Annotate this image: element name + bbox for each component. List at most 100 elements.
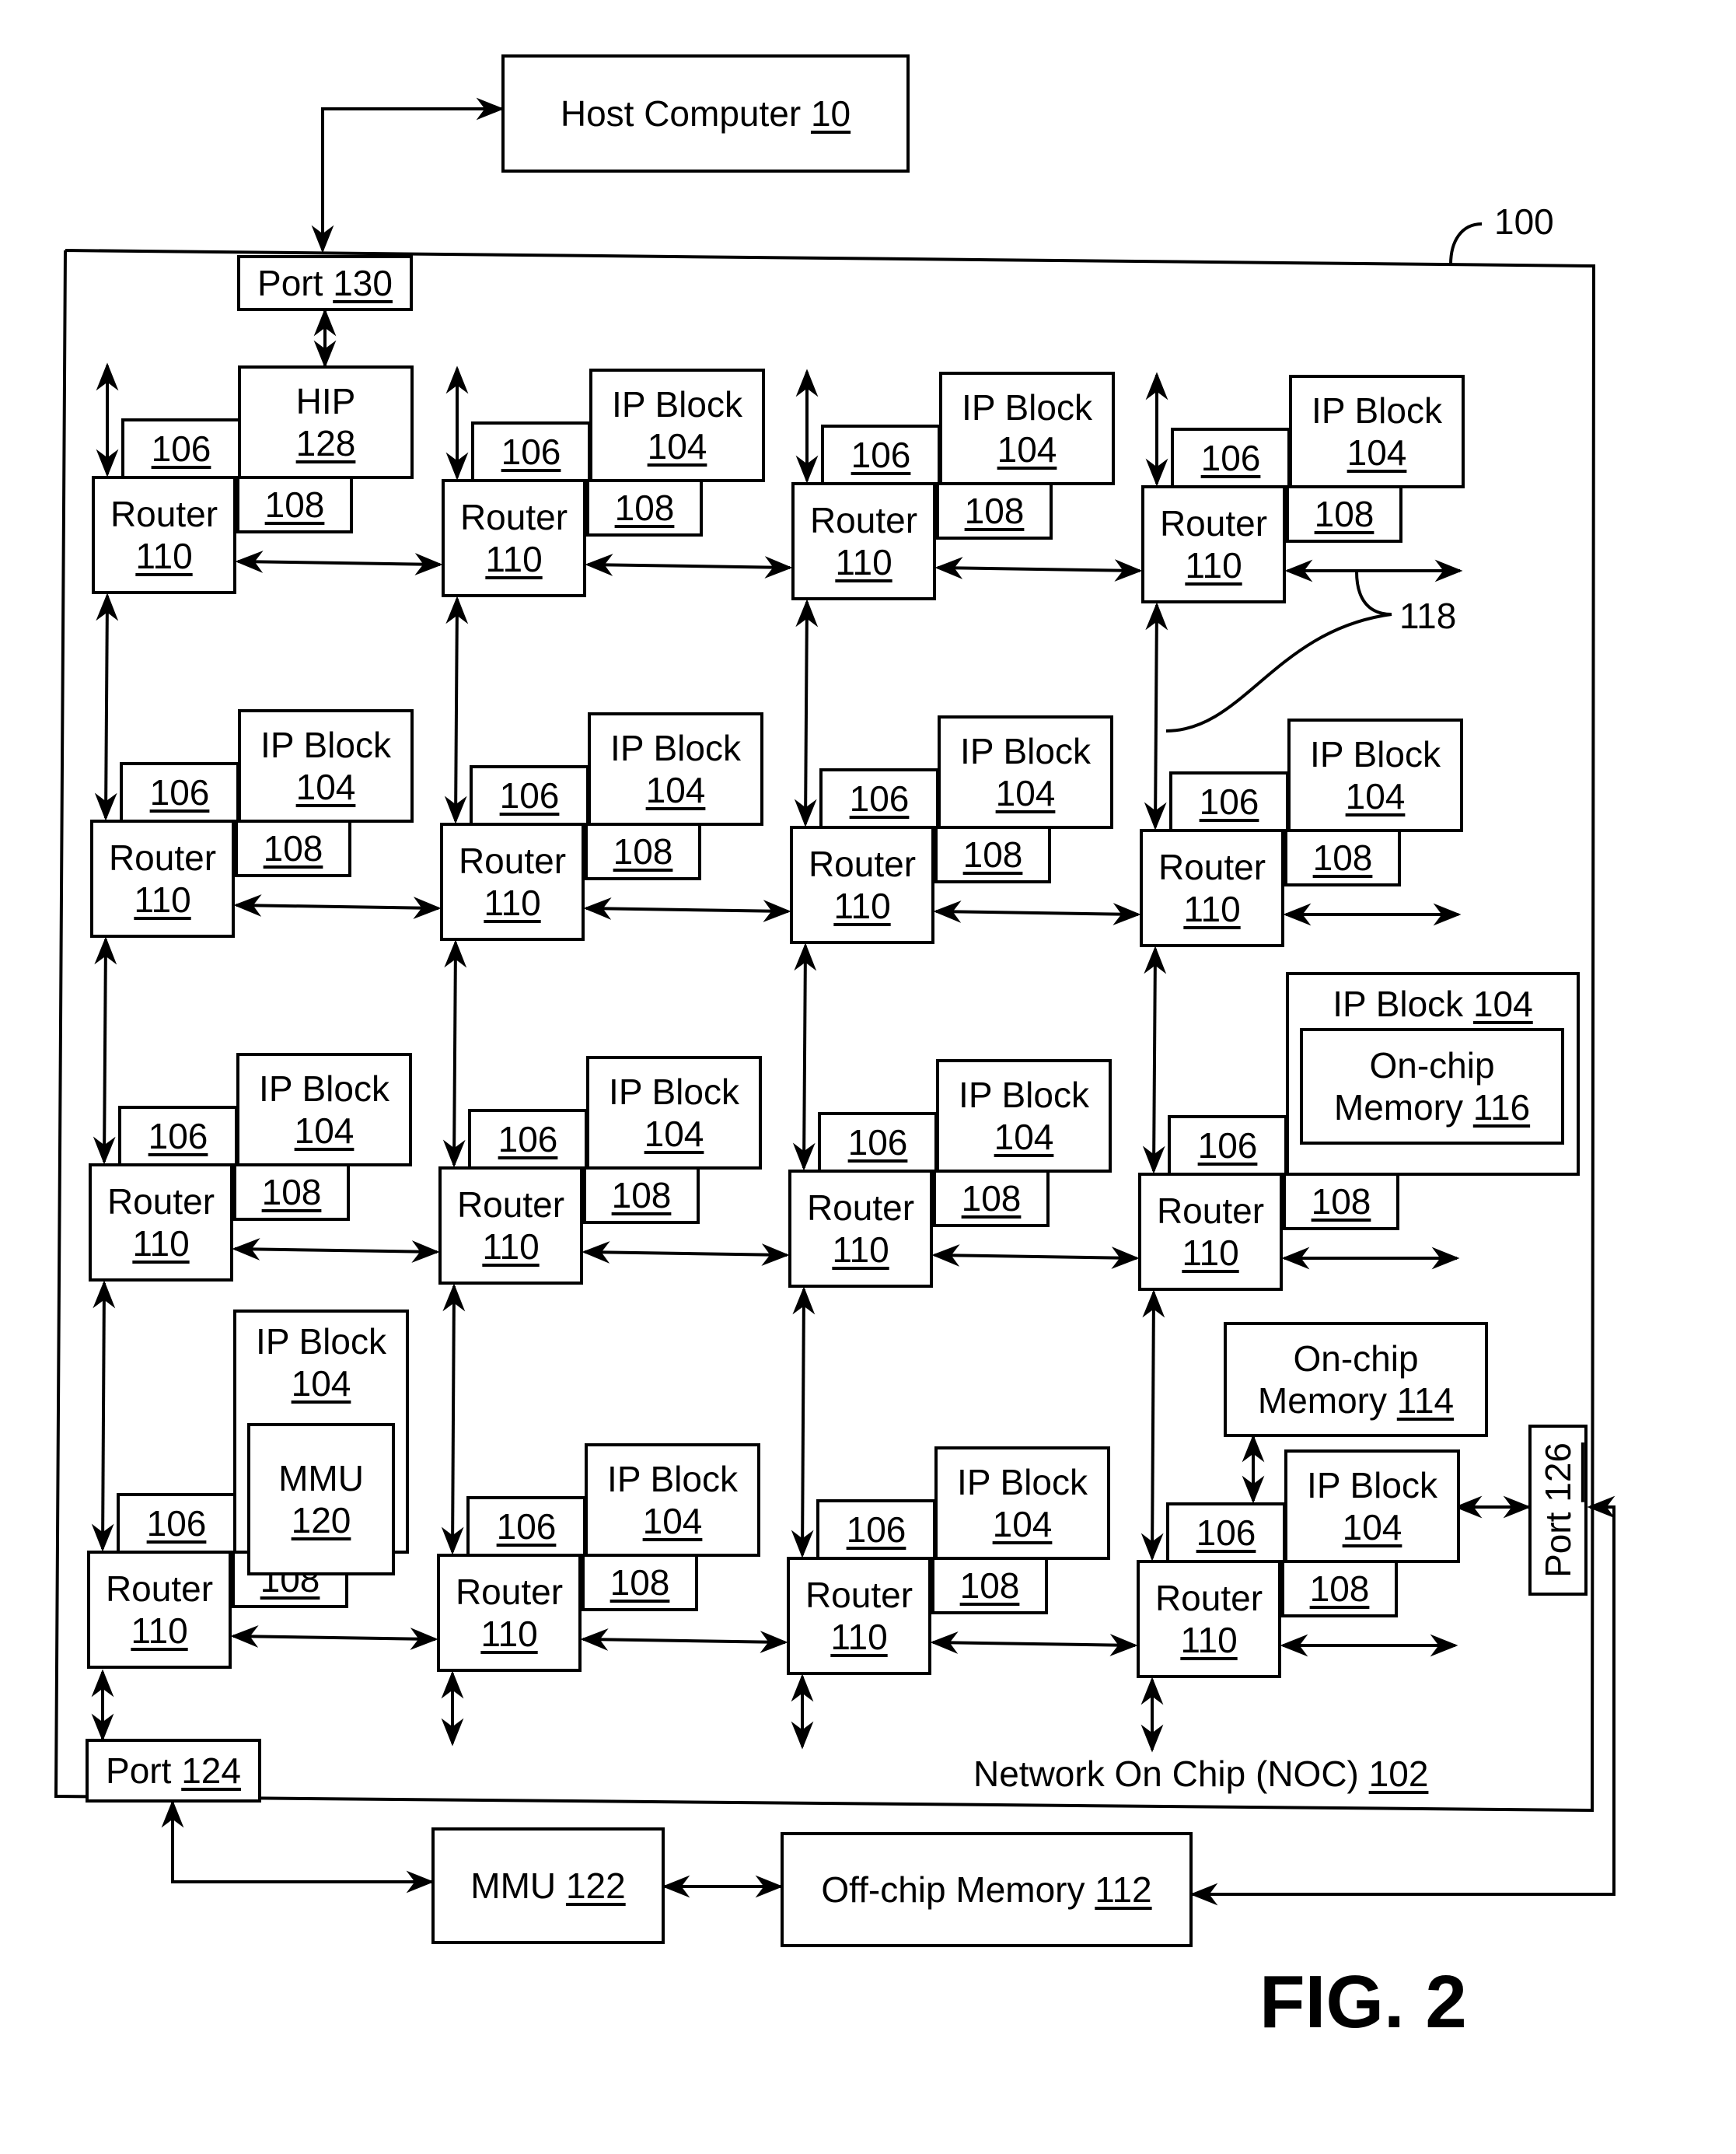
router-link-h-3-2 — [930, 1631, 1138, 1656]
reference-number: 110 — [482, 1226, 540, 1267]
ip-block-104-2-0-text-row: 104 — [295, 1110, 355, 1152]
reference-number: 104 — [642, 1501, 703, 1541]
reference-number: 104 — [992, 1504, 1053, 1544]
block-label: Router — [107, 1180, 215, 1222]
router-link-h-0-2 — [934, 557, 1143, 582]
router-link-v-1-3 — [1144, 602, 1168, 830]
reference-number: 110 — [1185, 545, 1242, 586]
router-3-0: Router 110 — [87, 1551, 232, 1669]
reference-number: 104 — [994, 1117, 1054, 1157]
block-label: Memory — [1257, 1380, 1387, 1421]
memory-controller-106-0-3: 106 — [1171, 428, 1291, 488]
reference-number: 108 — [264, 484, 325, 525]
mmu-122-box: MMU 122 — [431, 1827, 665, 1944]
ip-block-104-1-1-text-row: IP Block — [610, 727, 741, 769]
reference-number: 104 — [645, 770, 706, 810]
router-3-0-text-row: Router — [106, 1568, 213, 1610]
block-label: IP Block — [962, 386, 1092, 428]
router-1-2-text-row: 110 — [833, 885, 890, 927]
reference-number: 108 — [959, 1565, 1020, 1606]
router-link-v-2-1 — [442, 939, 467, 1168]
network-interface-108-3-2-text-row: 108 — [960, 1565, 1020, 1607]
memory-controller-106-2-3-text-row: 106 — [1198, 1124, 1258, 1166]
block-label: Router — [1154, 1577, 1263, 1618]
ip-block-104-0-3-text-row: IP Block — [1312, 390, 1442, 432]
network-interface-108-1-0-text-row: 108 — [264, 827, 323, 869]
router-link-h-3-1 — [580, 1628, 788, 1653]
reference-number: 10 — [810, 93, 851, 134]
ip-block-104-3-1-text-row: IP Block — [607, 1458, 738, 1500]
router-1-0: Router 110 — [90, 820, 235, 938]
memory-controller-106-1-3: 106 — [1169, 771, 1289, 832]
router-0-3-text-row: 110 — [1185, 544, 1242, 586]
block-label: On-chip — [1293, 1338, 1419, 1379]
network-interface-108-1-0: 108 — [235, 820, 351, 877]
block-label: Router — [105, 1568, 214, 1609]
router-1-2: Router 110 — [790, 826, 934, 944]
router-link-v-3-0 — [91, 1280, 116, 1552]
memory-controller-106-2-3: 106 — [1168, 1115, 1287, 1176]
network-interface-108-1-3-text-row: 108 — [1313, 837, 1373, 879]
host-computer-box: Host Computer 10 — [501, 54, 910, 173]
router-3-2-text-row: 110 — [830, 1616, 887, 1658]
memory-controller-106-0-0: 106 — [121, 418, 241, 479]
reference-number: 122 — [565, 1865, 626, 1906]
hip-128-block: HIP 128 — [238, 365, 414, 479]
mmu-122-box-text-row: MMU 122 — [470, 1865, 625, 1907]
router-0-1-text-row: Router — [460, 496, 568, 538]
network-interface-108-3-1: 108 — [582, 1554, 698, 1611]
ip-block-with-mmu-120-text-row: 104 — [292, 1362, 351, 1404]
ip-block-104-3-1-text-row: 104 — [643, 1500, 703, 1542]
router-link-v-1-1 — [444, 596, 469, 824]
reference-number: 106 — [501, 431, 561, 472]
block-label: IP Block — [609, 1071, 739, 1112]
reference-number: 104 — [995, 773, 1056, 813]
offchip-memory-112-box: Off-chip Memory 112 — [781, 1832, 1193, 1947]
reference-number: 106 — [1196, 1512, 1256, 1553]
block-label: Off-chip Memory — [821, 1869, 1085, 1910]
router-3-1: Router 110 — [437, 1554, 582, 1672]
reference-number: 124 — [181, 1750, 241, 1791]
block-label: Router — [1158, 846, 1266, 887]
router-1-3: Router 110 — [1140, 829, 1284, 947]
ip-block-104-2-2-text-row: 104 — [994, 1116, 1054, 1158]
reference-number: 114 — [1396, 1380, 1455, 1421]
router-link-v-1-2 — [794, 599, 819, 827]
ip-block-104-2-0: IP Block 104 — [236, 1053, 412, 1166]
block-label: Router — [456, 1184, 565, 1225]
reference-number: 128 — [295, 423, 356, 463]
port124-to-mmu122-link — [161, 1799, 435, 1893]
network-interface-108-2-1-text-row: 108 — [612, 1174, 672, 1216]
ip-block-104-1-3: IP Block 104 — [1287, 719, 1463, 832]
network-interface-108-3-3: 108 — [1281, 1560, 1398, 1617]
router-link-h-0-1 — [585, 554, 793, 579]
block-label: IP Block — [260, 724, 391, 765]
router-1-3-text-row: Router — [1158, 846, 1266, 888]
ip-block-104-1-2: IP Block 104 — [938, 715, 1113, 829]
router-3-2-text-row: Router — [805, 1574, 913, 1616]
ip-block-104-1-2-text-row: 104 — [996, 772, 1056, 814]
reference-number: 108 — [1309, 1568, 1370, 1609]
reference-number: 106 — [1199, 781, 1259, 822]
reference-number: 106 — [851, 434, 911, 475]
ip-block-104-3-2: IP Block 104 — [934, 1446, 1110, 1560]
host-to-port130-link — [311, 97, 505, 254]
mmu-120-box-text-row: MMU — [278, 1457, 364, 1499]
router-3-0-text-row: 110 — [131, 1610, 187, 1652]
router-link-v-3-2 — [791, 1286, 816, 1558]
router-0-3: Router 110 — [1141, 485, 1286, 603]
mmu-120-box-text-row: 120 — [292, 1499, 351, 1541]
router-link-h-0-0 — [235, 551, 443, 575]
block-label: Router — [809, 499, 918, 540]
ip-block-104-0-3-text-row: 104 — [1347, 432, 1407, 474]
memory-controller-106-2-2: 106 — [818, 1112, 938, 1173]
reference-number: 110 — [484, 883, 541, 923]
router-2-1-text-row: 110 — [482, 1226, 539, 1268]
block-label: Router — [459, 496, 568, 537]
memory-controller-106-1-0: 106 — [120, 762, 239, 823]
reference-number: 110 — [835, 542, 892, 582]
reference-number: 106 — [849, 778, 910, 819]
reference-number: 110 — [833, 886, 891, 926]
port-130-box-text-row: Port 130 — [257, 262, 393, 304]
block-label: Router — [808, 843, 917, 884]
